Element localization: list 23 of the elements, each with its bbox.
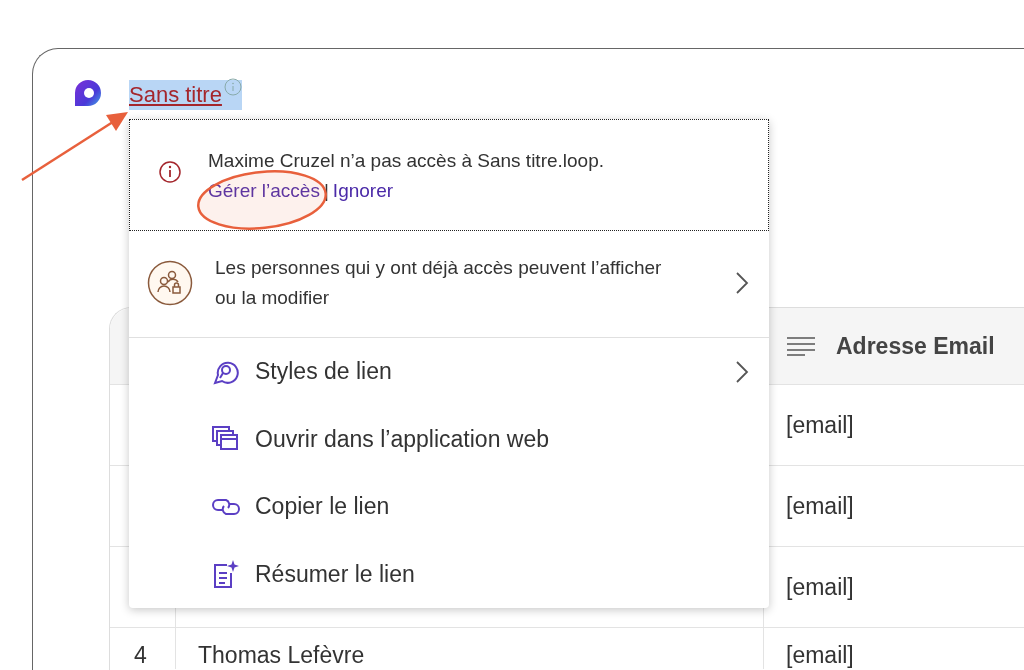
email-cell: [email] bbox=[786, 411, 854, 439]
menu-item[interactable]: Styles de lien bbox=[129, 338, 769, 406]
email-cell: [email] bbox=[786, 573, 854, 601]
document-title-link[interactable]: Sans titre bbox=[129, 80, 242, 110]
row-number: 4 bbox=[134, 642, 147, 669]
name-cell: Thomas Lefèvre bbox=[198, 642, 365, 669]
separator: | bbox=[323, 179, 329, 203]
permission-text: Les personnes qui y ont déjà accès peuvent l’afficher ou la modifier bbox=[215, 256, 663, 310]
menu-item[interactable]: Ouvrir dans l’application web bbox=[129, 405, 769, 473]
email-cell: [email] bbox=[786, 642, 854, 669]
menu-item[interactable]: Copier le lien bbox=[129, 473, 769, 541]
email-cell: [email] bbox=[786, 492, 854, 520]
info-icon bbox=[223, 78, 242, 96]
info-icon bbox=[158, 160, 182, 184]
menu-item[interactable]: Résumer le lien bbox=[129, 540, 769, 608]
people-lock-icon bbox=[147, 260, 193, 306]
column-header: Adresse Email bbox=[836, 332, 995, 360]
notice-link[interactable]: Ignorer bbox=[332, 176, 394, 206]
permission-row[interactable]: Les personnes qui y ont déjà accès peuvent l’afficher ou la modifier bbox=[129, 231, 769, 338]
text-lines-icon bbox=[786, 336, 816, 356]
notice-message: Maxime Cruzel n’a pas accès à Sans titre.loop. bbox=[208, 149, 604, 173]
document-sparkle-icon bbox=[211, 559, 239, 590]
chevron-right-icon bbox=[735, 359, 749, 384]
